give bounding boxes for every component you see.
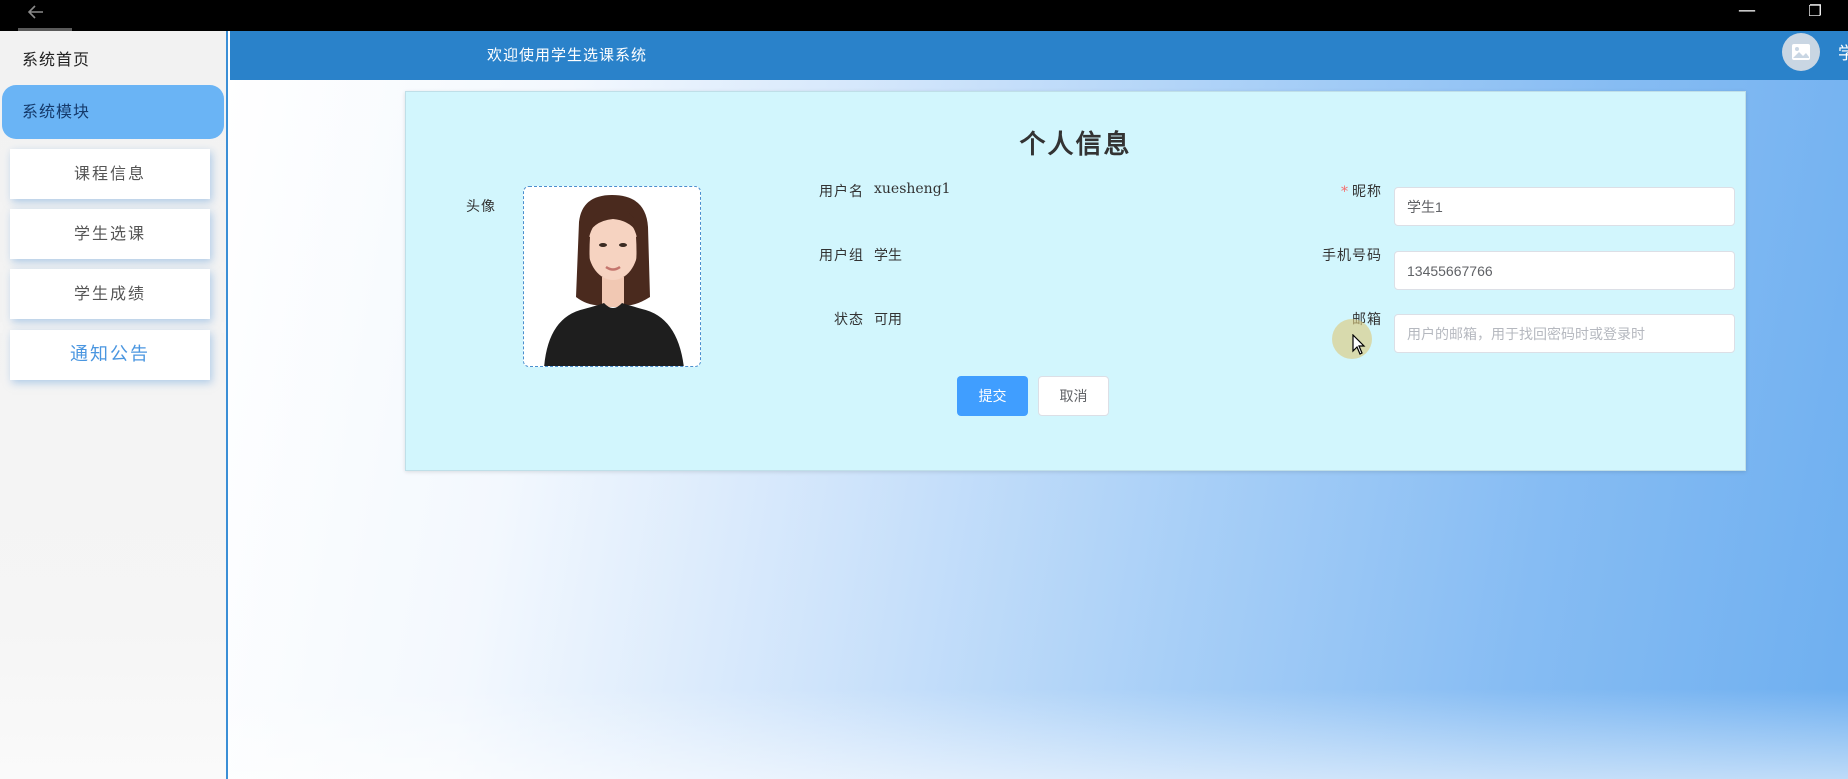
username-value: xuesheng1 — [874, 181, 951, 197]
header-username[interactable]: 学生1 — [1838, 39, 1848, 64]
cancel-button[interactable]: 取消 — [1038, 376, 1109, 416]
page-title: 个人信息 — [1019, 130, 1132, 160]
nickname-label-text: 昵称 — [1352, 184, 1382, 200]
sidebar-item-modules[interactable]: 系统模块 — [2, 85, 224, 139]
sidebar-item-course-info[interactable]: 课程信息 — [10, 149, 210, 199]
window-titlebar: — ❐ — [0, 0, 1848, 31]
top-header: 欢迎使用学生选课系统 学生1 — [230, 31, 1848, 80]
group-value: 学生 — [874, 248, 902, 264]
status-label: 状态 — [834, 312, 864, 328]
sidebar-item-announcements[interactable]: 通知公告 — [10, 330, 210, 380]
image-placeholder-icon — [1792, 44, 1810, 60]
restore-button[interactable]: ❐ — [1785, 0, 1845, 31]
sidebar-item-grades[interactable]: 学生成绩 — [10, 269, 210, 319]
sidebar-item-course-selection[interactable]: 学生选课 — [10, 209, 210, 259]
profile-photo — [524, 187, 700, 366]
required-mark: * — [1341, 184, 1349, 200]
email-input[interactable] — [1394, 314, 1735, 353]
header-title: 欢迎使用学生选课系统 — [487, 46, 648, 64]
minimize-button[interactable]: — — [1717, 0, 1777, 31]
user-avatar[interactable] — [1782, 33, 1820, 71]
status-value: 可用 — [874, 312, 902, 328]
sidebar: 系统首页 系统模块 课程信息 学生选课 学生成绩 通知公告 — [0, 31, 228, 779]
group-label: 用户组 — [819, 248, 864, 264]
back-button[interactable] — [18, 0, 72, 31]
phone-label: 手机号码 — [1322, 248, 1382, 264]
avatar-upload[interactable] — [523, 186, 701, 367]
username-label: 用户名 — [819, 184, 864, 200]
mouse-cursor-icon — [1352, 334, 1366, 355]
sidebar-item-home[interactable]: 系统首页 — [22, 46, 90, 70]
avatar-label: 头像 — [466, 199, 496, 215]
phone-input[interactable] — [1394, 251, 1735, 290]
submit-button[interactable]: 提交 — [957, 376, 1028, 416]
arrow-left-icon — [27, 5, 43, 19]
nickname-input[interactable] — [1394, 187, 1735, 226]
profile-card: 个人信息 头像 用户名 xuesheng1 用户组 学生 状态 可用 * 昵称 … — [405, 91, 1746, 471]
nickname-label: * 昵称 — [1256, 181, 1382, 201]
